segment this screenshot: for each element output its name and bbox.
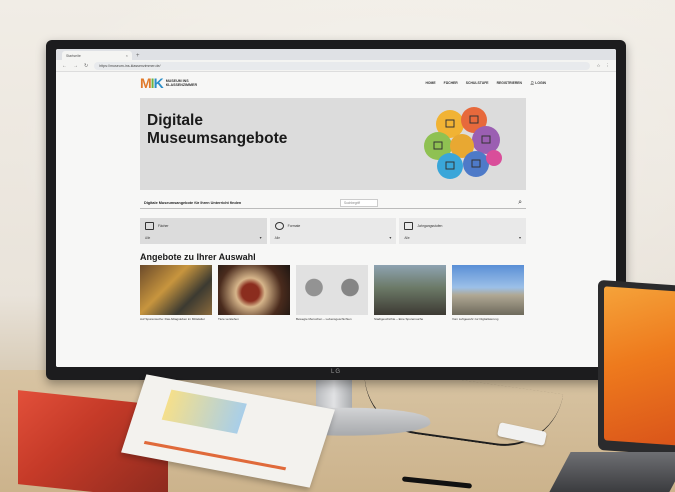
offer-card[interactable]: Tiere verstehen (218, 265, 290, 322)
monitor-brand-logo: LG (330, 369, 341, 375)
filter-row: Fächer Alle ▾ Formate Alle ▾ Jahrgangsst… (140, 218, 527, 244)
hero-title: Digitale Museumsangebote (147, 112, 288, 147)
search-row: Digitale Museumsangebote für Ihren Unter… (140, 197, 526, 209)
tab-title: Startseite (66, 53, 81, 58)
offers-heading: Angebote zu Ihrer Auswahl (140, 252, 256, 262)
filter-formate[interactable]: Formate Alle ▾ (269, 218, 397, 244)
offer-image (374, 265, 446, 315)
offer-card[interactable]: Auf Spurensuche: Das Alltagsleben im Mit… (140, 265, 212, 322)
format-icon (274, 222, 284, 230)
offer-cards: Auf Spurensuche: Das Alltagsleben im Mit… (140, 265, 526, 322)
browser-tab[interactable]: Startseite × (62, 51, 132, 60)
laptop (598, 279, 675, 457)
browser-tabbar: Startseite × + (56, 49, 616, 60)
nav-schulstufe[interactable]: SCHULSTUFE (466, 81, 489, 85)
offer-card[interactable]: Stadtgeschichte – Eine Spurensuche (374, 265, 446, 322)
search-heading: Digitale Museumsangebote für Ihren Unter… (144, 200, 242, 205)
book-map-illustration (161, 389, 247, 434)
logo-mark-icon: MIK (140, 75, 164, 91)
open-book (18, 374, 338, 492)
offer-image (218, 265, 290, 315)
chevron-down-icon: ▾ (519, 235, 522, 240)
site-logo[interactable]: MIK MUSEUM INS KLASSENZIMMER (140, 76, 197, 90)
offer-image (452, 265, 524, 315)
reload-icon[interactable]: ↻ (84, 63, 88, 69)
calendar-icon (404, 222, 414, 230)
hero-banner: Digitale Museumsangebote (140, 98, 526, 190)
url-field[interactable]: https://museum-ins-klassenzimmer.de/ (94, 61, 591, 70)
main-nav: HOME FÄCHER SCHULSTUFE REGISTRIEREN 👤︎ L… (425, 81, 546, 85)
forward-icon[interactable]: → (73, 63, 78, 69)
nav-login[interactable]: 👤︎ LOGIN (530, 81, 546, 85)
back-icon[interactable]: ← (62, 63, 67, 69)
monitor-screen: Startseite × + ← → ↻ https://museum-ins-… (56, 49, 616, 367)
offer-image (140, 265, 212, 315)
chevron-down-icon: ▾ (259, 235, 262, 240)
search-icon[interactable]: ⌕ (518, 199, 526, 207)
laptop-screen (604, 286, 675, 447)
browser-address-bar: ← → ↻ https://museum-ins-klassenzimmer.d… (56, 60, 616, 72)
offer-card[interactable]: Vom Luftgewehr zur Digitalisierung (452, 265, 524, 322)
chevron-down-icon: ▾ (389, 235, 392, 240)
close-icon[interactable]: × (126, 53, 128, 58)
monitor: Startseite × + ← → ↻ https://museum-ins-… (46, 40, 626, 380)
nav-home[interactable]: HOME (425, 81, 435, 85)
menu-icon[interactable]: ⋮ (606, 63, 611, 69)
site-header: MIK MUSEUM INS KLASSENZIMMER HOME FÄCHER… (56, 72, 616, 94)
photo-scene: Startseite × + ← → ↻ https://museum-ins-… (0, 0, 675, 492)
bookmark-icon[interactable]: ☆ (596, 63, 600, 69)
offer-image (296, 265, 368, 315)
nav-registrieren[interactable]: REGISTRIEREN (497, 81, 522, 85)
laptop-keyboard (549, 452, 675, 492)
website: MIK MUSEUM INS KLASSENZIMMER HOME FÄCHER… (56, 72, 616, 367)
logo-text-line2: KLASSENZIMMER (165, 83, 198, 87)
hero-splash-illustration (424, 107, 502, 179)
filter-faecher[interactable]: Fächer Alle ▾ (140, 218, 267, 244)
new-tab-icon[interactable]: + (136, 53, 140, 60)
search-input[interactable]: Suchbegriff (340, 198, 378, 207)
nav-faecher[interactable]: FÄCHER (444, 81, 458, 85)
filter-jahrgangsstufen[interactable]: Jahrgangsstufen Alle ▾ (399, 218, 527, 244)
offer-card[interactable]: Bewegte Menschen – Lebensgeschichten (296, 265, 368, 322)
book-icon (145, 222, 154, 230)
